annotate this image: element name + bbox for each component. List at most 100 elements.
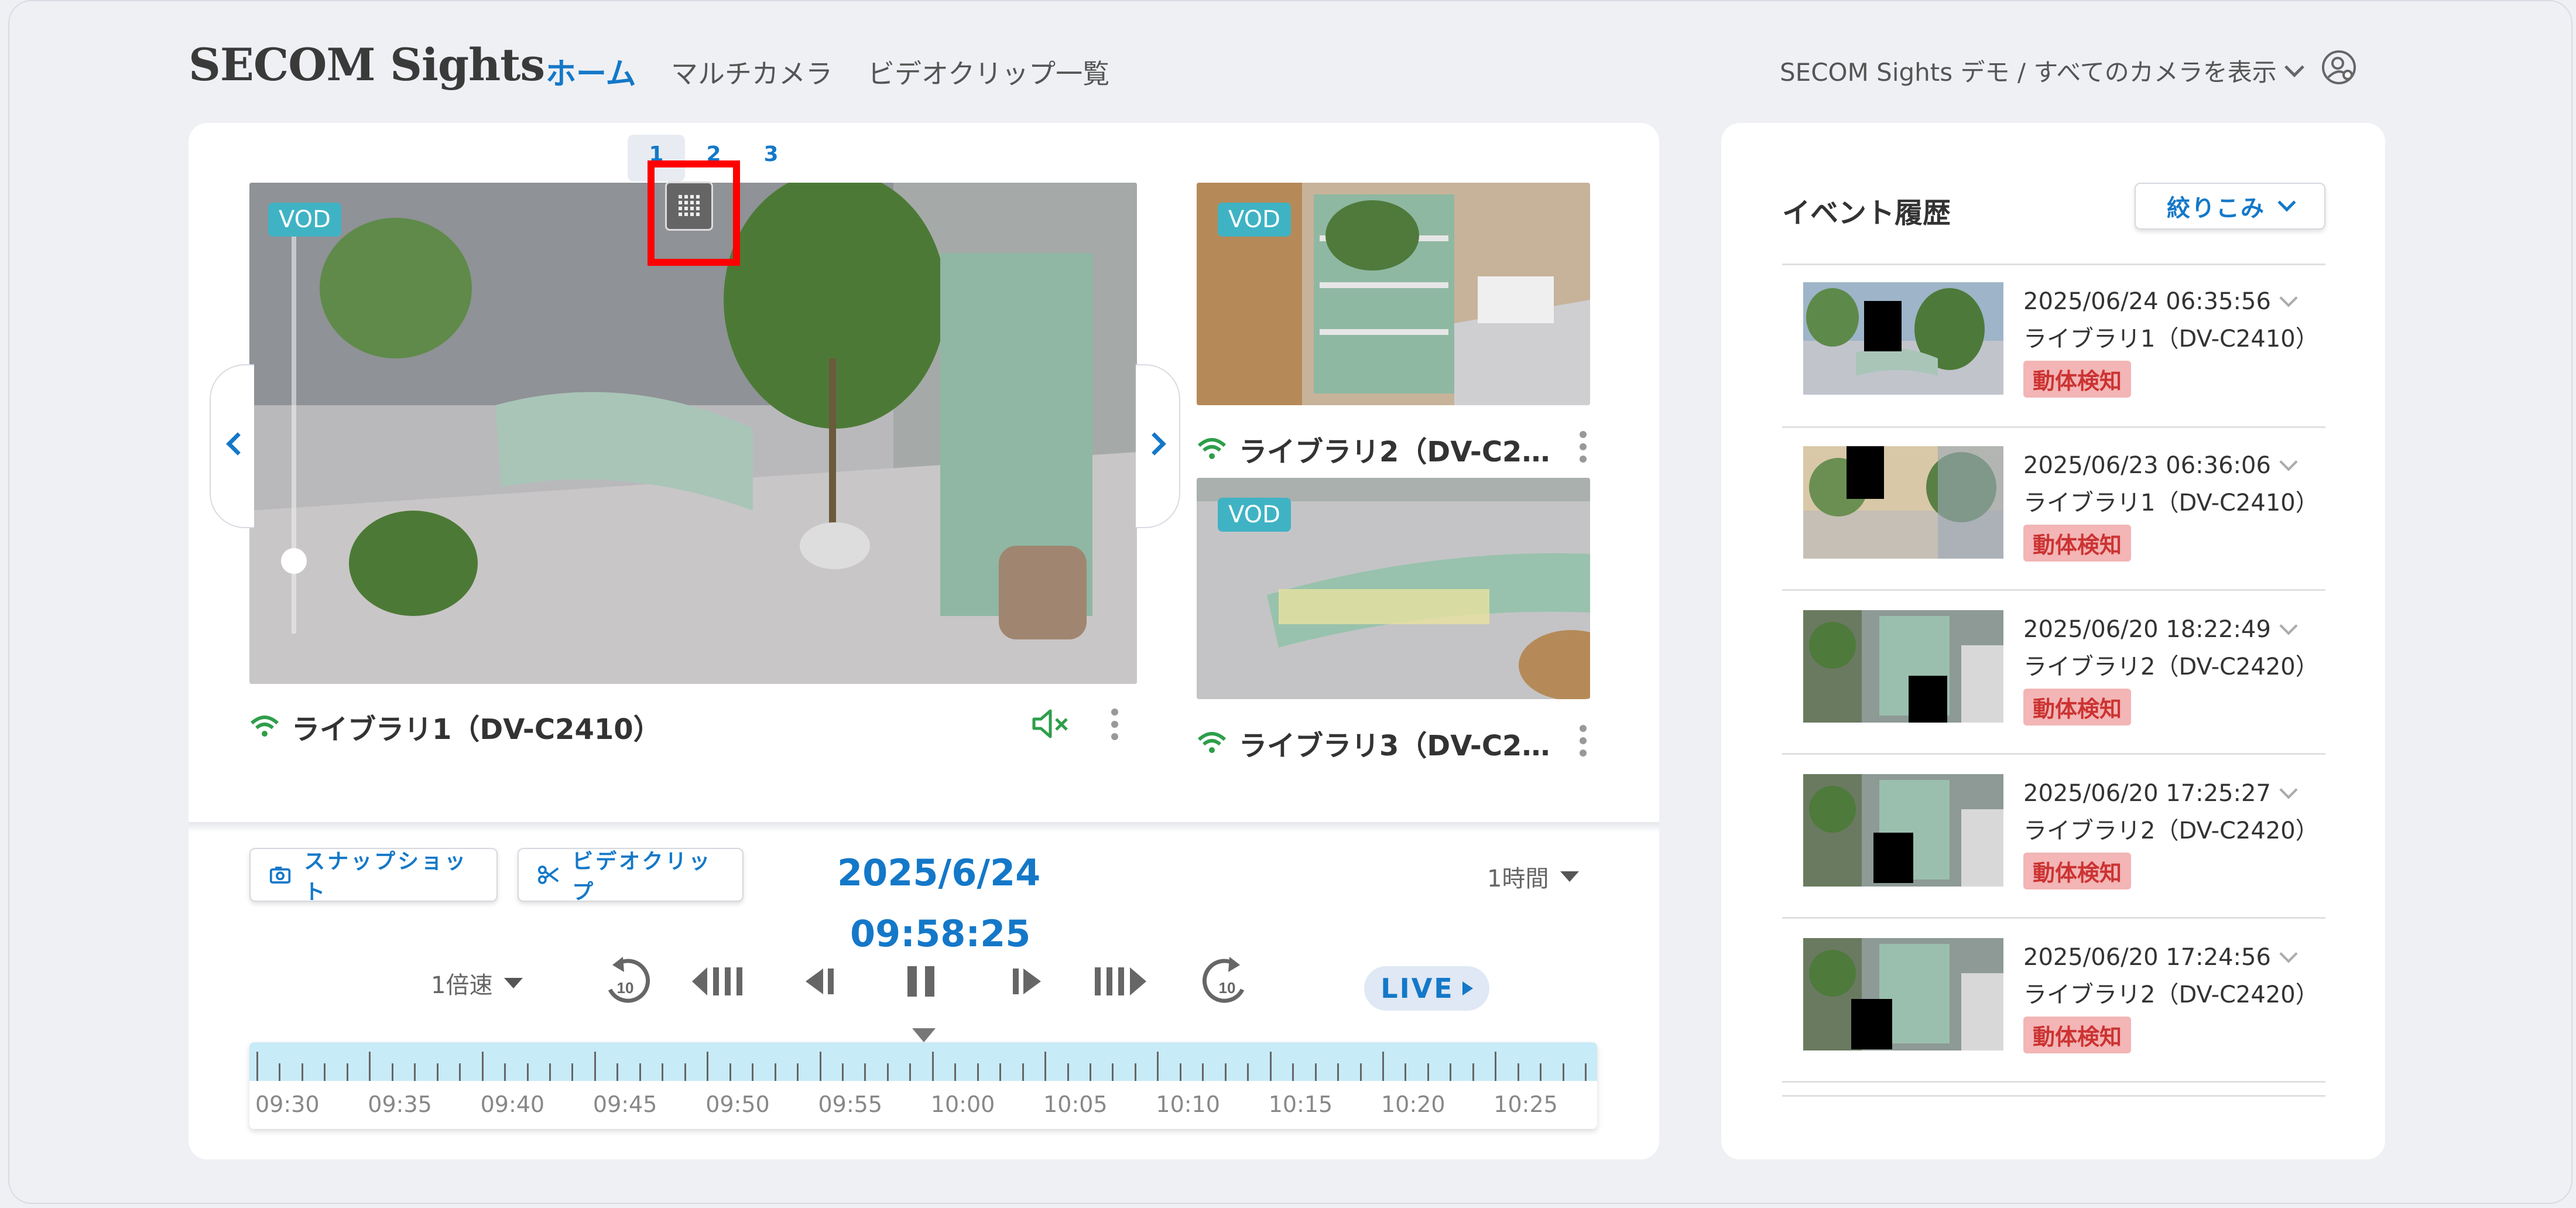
timeline-label: 09:35: [368, 1091, 432, 1117]
event-datetime: 2025/06/23 06:36:06: [2023, 452, 2271, 479]
event-divider: [1782, 426, 2325, 428]
step-back-button[interactable]: [802, 952, 843, 1011]
mute-icon[interactable]: [1030, 709, 1071, 739]
timeline-label: 10:25: [1493, 1091, 1558, 1117]
live-button[interactable]: LIVE: [1364, 966, 1489, 1011]
event-item[interactable]: 2025/06/24 06:35:56 ライブラリ1（DV-C2410） 動体検…: [1803, 282, 2325, 399]
nav-clip-list[interactable]: ビデオクリップ一覧: [868, 53, 1109, 91]
event-item[interactable]: 2025/06/20 17:24:56 ライブラリ2（DV-C2420） 動体検…: [1803, 938, 2325, 1055]
timeline-label: 10:15: [1268, 1091, 1333, 1117]
next-page-button[interactable]: [1136, 364, 1180, 528]
wifi-icon: [1197, 732, 1227, 753]
timeline-tick: [256, 1052, 258, 1081]
skip-forward-button[interactable]: [1090, 952, 1155, 1011]
timeline-tick: [616, 1063, 619, 1081]
video-clip-button[interactable]: ビデオクリップ: [518, 848, 744, 904]
event-type-badge: 動体検知: [2023, 361, 2132, 398]
timeline-tick: [481, 1052, 484, 1081]
timeline-track[interactable]: 09:30 09:35 09:40 09:45 09:50 09:55 10:00 10:05…: [249, 1042, 1597, 1129]
event-item[interactable]: 2025/06/20 18:22:49 ライブラリ2（DV-C2420） 動体検…: [1803, 610, 2325, 727]
timeline-tick: [594, 1052, 596, 1081]
main-camera-menu-icon[interactable]: [1111, 709, 1118, 740]
prev-page-button[interactable]: [210, 364, 254, 528]
camera-3-label[interactable]: ライブラリ3（DV-C2…: [1197, 723, 1550, 764]
filter-label: 絞りこみ: [2167, 195, 2265, 222]
user-settings-icon[interactable]: [2321, 49, 2357, 85]
time-range-select[interactable]: 1時間: [1487, 860, 1580, 894]
event-item[interactable]: 2025/06/23 06:36:06 ライブラリ1（DV-C2410） 動体検…: [1803, 446, 2325, 563]
timeline-tick: [1450, 1063, 1452, 1081]
main-camera-label[interactable]: ライブラリ1（DV-C2410）: [249, 706, 662, 747]
camera-2-video[interactable]: VOD: [1197, 183, 1590, 405]
timeline-tick: [707, 1052, 709, 1081]
camera-2-menu-icon[interactable]: [1580, 431, 1587, 463]
event-divider: [1782, 263, 2325, 265]
context-selector[interactable]: SECOM Sights デモ / すべてのカメラを表示: [1780, 53, 2304, 88]
timeline-label: 10:00: [930, 1091, 995, 1117]
current-time: 09:58:25: [850, 912, 1031, 955]
timeline-label: 09:45: [592, 1091, 657, 1117]
chevron-down-icon[interactable]: [2279, 945, 2298, 963]
snapshot-button[interactable]: スナップショット: [249, 848, 498, 904]
timeline-tick: [391, 1063, 393, 1081]
chevron-down-icon[interactable]: [2279, 781, 2298, 799]
caret-down-icon: [504, 978, 523, 988]
app-logo: SECOM Sights: [189, 39, 545, 91]
camera-icon: [269, 867, 291, 884]
event-thumbnail: [1803, 610, 2003, 723]
timeline-tick: [549, 1063, 551, 1081]
timeline-tick: [662, 1063, 664, 1081]
page-3-button[interactable]: 3: [742, 135, 800, 182]
timeline-tick: [1112, 1063, 1114, 1081]
timeline-tick: [819, 1052, 821, 1081]
event-type-badge: 動体検知: [2023, 689, 2132, 726]
timeline-tick: [729, 1063, 731, 1081]
timeline-tick: [864, 1063, 866, 1081]
playback-speed-select[interactable]: 1倍速: [431, 966, 523, 1000]
highlight-box: [648, 160, 740, 266]
nav-multi-camera[interactable]: マルチカメラ: [671, 53, 833, 91]
camera-3-video[interactable]: VOD: [1197, 478, 1590, 699]
filter-button[interactable]: 絞りこみ: [2135, 183, 2325, 230]
scissors-icon: [537, 865, 559, 884]
chevron-down-icon: [2284, 57, 2304, 77]
timeline-tick: [301, 1063, 303, 1081]
event-datetime: 2025/06/20 17:24:56: [2023, 944, 2271, 971]
event-datetime: 2025/06/20 18:22:49: [2023, 616, 2271, 643]
panel-divider: [189, 822, 1659, 833]
chevron-down-icon: [2277, 193, 2296, 212]
timeline-tick: [1562, 1063, 1564, 1081]
timeline-tick: [1472, 1063, 1474, 1081]
timeline-tick: [684, 1063, 686, 1081]
timeline-tick: [931, 1052, 934, 1081]
step-forward-button[interactable]: [1005, 952, 1046, 1011]
camera-2-label[interactable]: ライブラリ2（DV-C2…: [1197, 429, 1550, 470]
camera-3-menu-icon[interactable]: [1580, 725, 1587, 757]
event-divider: [1782, 589, 2325, 591]
forward-10-button[interactable]: 10: [1197, 952, 1254, 1011]
timeline-tick: [639, 1063, 641, 1081]
chevron-down-icon[interactable]: [2279, 453, 2298, 471]
skip-back-button[interactable]: [690, 952, 754, 1011]
chevron-down-icon[interactable]: [2279, 617, 2298, 635]
event-type-badge: 動体検知: [2023, 1017, 2132, 1053]
timeline-tick: [436, 1063, 439, 1081]
timeline-tick: [346, 1063, 348, 1081]
camera-2-name: ライブラリ2（DV-C2…: [1239, 436, 1550, 468]
event-datetime: 2025/06/20 17:25:27: [2023, 780, 2271, 807]
rewind-10-button[interactable]: 10: [598, 952, 656, 1011]
snapshot-label: スナップショット: [304, 850, 468, 904]
camera-3-name: ライブラリ3（DV-C2…: [1239, 730, 1550, 762]
timeline-tick: [954, 1063, 957, 1081]
pause-button[interactable]: [902, 952, 943, 1011]
nav-home[interactable]: ホーム: [546, 49, 636, 93]
playhead-marker[interactable]: [912, 1028, 936, 1042]
chevron-down-icon[interactable]: [2279, 289, 2298, 307]
timeline-tick: [752, 1063, 754, 1081]
chevron-left-icon: [226, 432, 249, 456]
event-camera: ライブラリ2（DV-C2420）: [2023, 817, 2319, 844]
event-camera: ライブラリ2（DV-C2420）: [2023, 981, 2319, 1008]
app-root: SECOM Sights ホーム マルチカメラ ビデオクリップ一覧 SECOM …: [0, 0, 2576, 1208]
event-item[interactable]: 2025/06/20 17:25:27 ライブラリ2（DV-C2420） 動体検…: [1803, 774, 2325, 891]
event-type-badge: 動体検知: [2023, 525, 2132, 562]
